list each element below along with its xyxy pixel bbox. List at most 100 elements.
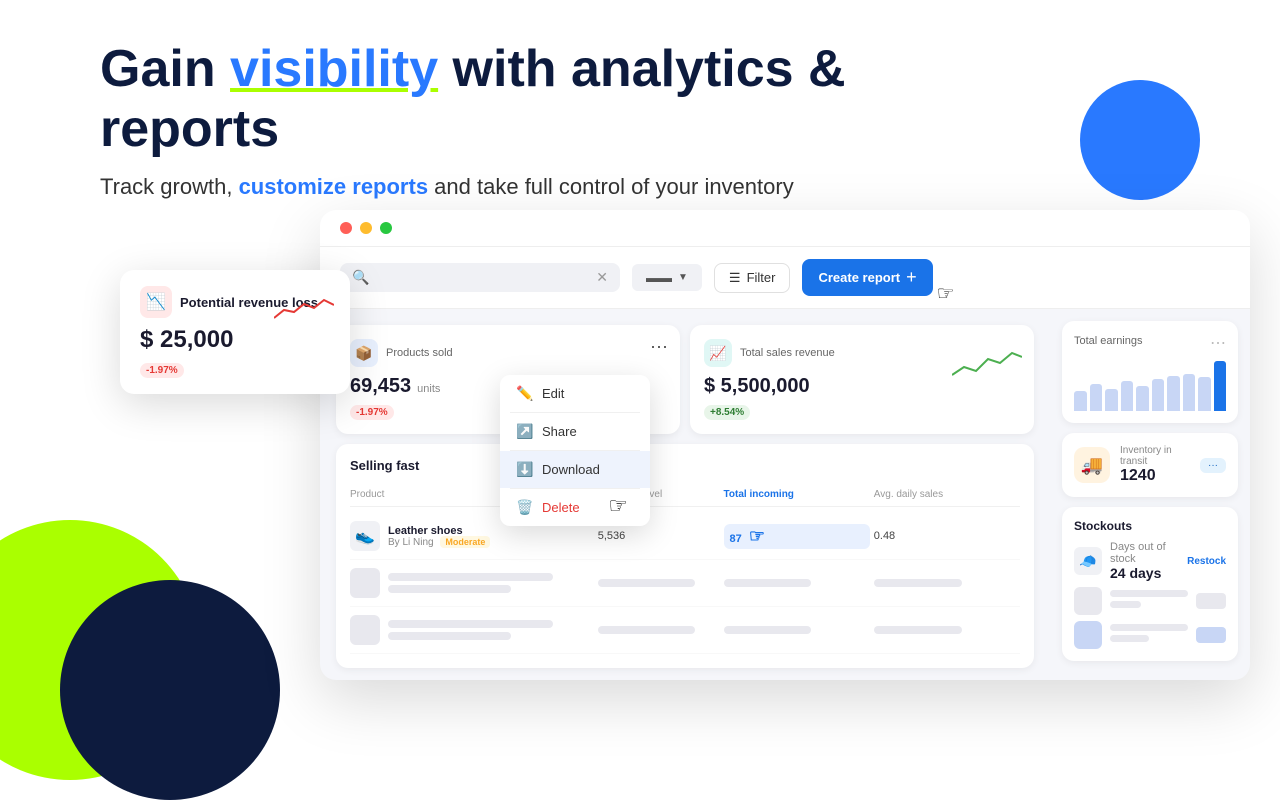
bar-6 — [1152, 379, 1165, 412]
left-panel: 📦 Products sold 69,453 units -1.97% ⋯ ✏️… — [320, 309, 1050, 680]
stockout-skeleton-2 — [1074, 621, 1226, 649]
product-badge-1: Moderate — [440, 536, 490, 548]
total-earnings-menu-icon[interactable]: ⋯ — [1210, 333, 1226, 353]
restock-button[interactable]: Restock — [1187, 556, 1226, 567]
delete-icon: 🗑️ — [516, 499, 532, 516]
bar-5 — [1136, 386, 1149, 411]
product-skeleton-lines-2 — [388, 620, 594, 640]
skeleton-avg-2 — [874, 626, 962, 634]
revenue-loss-icon: 📉 — [140, 286, 172, 318]
skeleton-incoming-1 — [724, 579, 812, 587]
stockout-skeleton-lines-1 — [1110, 590, 1188, 612]
skeleton-bar-brand-1 — [388, 585, 511, 593]
inventory-value-1: 5,536 — [598, 530, 720, 542]
sk-btn-1 — [1196, 593, 1226, 609]
context-menu-delete[interactable]: 🗑️ Delete — [500, 489, 650, 526]
incoming-cursor-icon: ☞ — [749, 526, 765, 546]
table-header: Selling fast — [350, 458, 1020, 473]
total-earnings-chart — [1074, 361, 1226, 411]
bar-7 — [1167, 376, 1180, 411]
stockout-item-1: 🧢 Days out of stock 24 days Restock — [1074, 541, 1226, 581]
context-menu-download[interactable]: ⬇️ Download — [500, 451, 650, 488]
context-menu-edit[interactable]: ✏️ Edit — [500, 375, 650, 412]
stockout-info-1: Days out of stock 24 days — [1110, 541, 1179, 581]
hero-subtitle: Track growth, customize reports and take… — [100, 174, 1030, 200]
search-clear-icon[interactable]: ✕ — [596, 269, 608, 286]
product-skeleton-lines-1 — [388, 573, 594, 593]
product-brand-1: By Li Ning Moderate — [388, 537, 490, 548]
sk-line-2a — [1110, 624, 1188, 631]
sk-line-1a — [1110, 590, 1188, 597]
stockout-skeleton-1 — [1074, 587, 1226, 615]
traffic-light-green[interactable] — [380, 222, 392, 234]
table-row-skeleton-1 — [350, 560, 1020, 607]
title-highlight: visibility — [230, 40, 438, 98]
hero-section: Gain visibility with analytics & reports… — [100, 40, 1030, 200]
sk-line-1b — [1110, 601, 1141, 608]
product-thumb-skeleton-1 — [350, 568, 380, 598]
filter-button[interactable]: ☰ Filter — [714, 263, 791, 293]
total-earnings-title: Total earnings — [1074, 335, 1143, 347]
revenue-loss-card: 📉 Potential revenue loss $ 25,000 -1.97% — [120, 270, 350, 394]
transit-title: Inventory in transit — [1120, 445, 1190, 467]
delete-label: Delete — [542, 500, 580, 515]
sales-sparkline — [952, 345, 1022, 381]
bar-8 — [1183, 374, 1196, 412]
traffic-light-yellow[interactable] — [360, 222, 372, 234]
revenue-loss-value: $ 25,000 — [140, 326, 330, 354]
stat-cards-row: 📦 Products sold 69,453 units -1.97% ⋯ ✏️… — [336, 325, 1034, 434]
stockout-days-label: Days out of stock — [1110, 541, 1179, 565]
revenue-loss-badge: -1.97% — [140, 363, 184, 378]
revenue-mini-chart — [274, 290, 334, 325]
product-info-1: Leather shoes By Li Ning Moderate — [388, 525, 490, 548]
product-thumb-skeleton-2 — [350, 615, 380, 645]
products-sold-title: Products sold — [386, 347, 453, 359]
edit-icon: ✏️ — [516, 385, 532, 402]
transit-value: 1240 — [1120, 467, 1190, 485]
table-column-headers: Product Inventory level Total incoming A… — [350, 483, 1020, 507]
right-panel: Total earnings ⋯ 🚚 — [1050, 309, 1250, 680]
download-icon: ⬇️ — [516, 461, 532, 478]
bar-1 — [1074, 391, 1087, 411]
stockout-thumb-1: 🧢 — [1074, 547, 1102, 575]
bar-10-active — [1214, 361, 1227, 411]
incoming-text-1: 87 — [730, 533, 742, 545]
bar-4 — [1121, 381, 1134, 411]
stockout-days-value: 24 days — [1110, 565, 1179, 581]
skeleton-inventory-1 — [598, 579, 695, 587]
view-toggle-button[interactable]: ▬▬ ▼ — [632, 264, 702, 291]
create-report-button[interactable]: Create report + — [802, 259, 932, 296]
decorative-navy-circle — [60, 580, 280, 800]
products-sold-badge: -1.97% — [350, 405, 394, 420]
avg-sales-value-1: 0.48 — [874, 530, 1020, 542]
search-input[interactable] — [377, 270, 588, 285]
total-sales-badge: +8.54% — [704, 405, 750, 420]
sk-btn-2 — [1196, 627, 1226, 643]
download-label: Download — [542, 462, 600, 477]
incoming-value-1: 87 ☞ — [724, 524, 870, 549]
transit-info: Inventory in transit 1240 — [1120, 445, 1190, 485]
selling-fast-title: Selling fast — [350, 458, 419, 473]
context-menu-share[interactable]: ↗️ Share — [500, 413, 650, 450]
total-sales-title: Total sales revenue — [740, 347, 835, 359]
create-report-label: Create report — [818, 270, 900, 285]
stockout-skeleton-thumb-2 — [1074, 621, 1102, 649]
bar-9 — [1198, 377, 1211, 411]
stockout-skeleton-thumb-1 — [1074, 587, 1102, 615]
product-cell-skeleton-2 — [350, 615, 594, 645]
bar-2 — [1090, 384, 1103, 412]
products-sold-menu-button[interactable]: ⋯ — [650, 337, 668, 358]
skeleton-bar-brand-2 — [388, 632, 511, 640]
products-sold-icon: 📦 — [350, 339, 378, 367]
traffic-light-red[interactable] — [340, 222, 352, 234]
subtitle-part1: Track growth, — [100, 174, 239, 199]
app-window: 🔍 ✕ ▬▬ ▼ ☰ Filter Create report + ☞ — [320, 210, 1250, 680]
transit-icon: 🚚 — [1074, 447, 1110, 483]
products-sold-header: 📦 Products sold — [350, 339, 666, 367]
sk-line-2b — [1110, 635, 1149, 642]
edit-label: Edit — [542, 386, 564, 401]
search-bar: 🔍 ✕ — [340, 263, 620, 292]
total-earnings-card: Total earnings ⋯ — [1062, 321, 1238, 423]
inventory-transit-card: 🚚 Inventory in transit 1240 ··· — [1062, 433, 1238, 497]
decorative-blue-circle — [1080, 80, 1200, 200]
